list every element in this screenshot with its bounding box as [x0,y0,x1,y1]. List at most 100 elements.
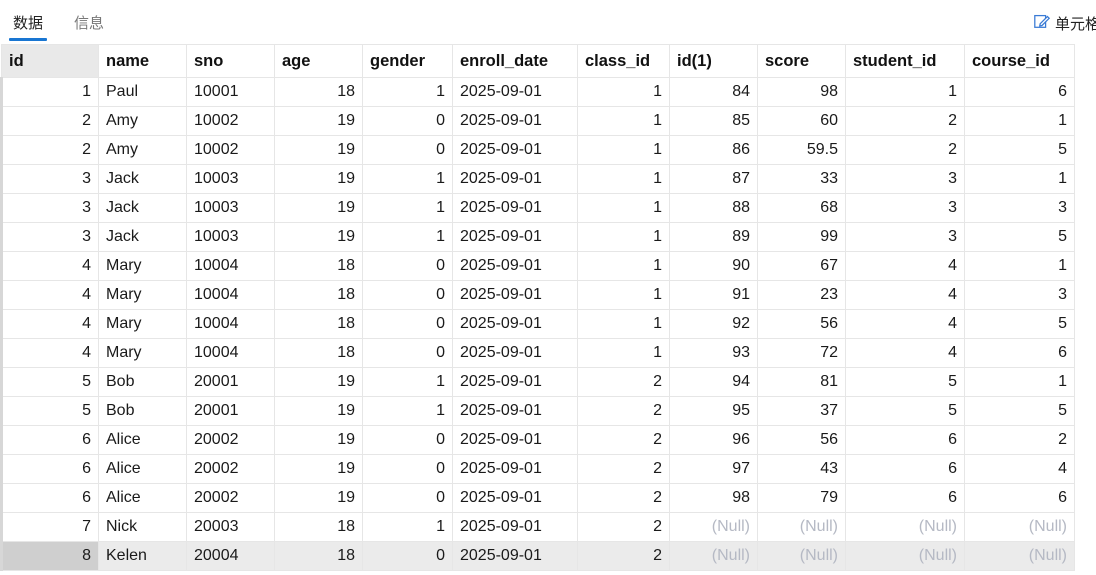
table-cell-enroll-date[interactable]: 2025-09-01 [452,280,578,310]
table-cell-course-id[interactable]: 4 [964,454,1075,484]
table-cell-gender[interactable]: 0 [362,135,453,165]
table-cell-class-id[interactable]: 1 [577,280,670,310]
table-row[interactable]: 6 Alice 20002 19 0 2025-09-01 2 96 56 6 2 [0,425,1075,455]
table-cell-id[interactable]: 2 [0,106,99,136]
table-cell-student-id[interactable]: 6 [845,483,965,513]
table-row[interactable]: 1 Paul 10001 18 1 2025-09-01 1 84 98 1 6 [0,77,1075,107]
table-cell-age[interactable]: 18 [274,338,363,368]
table-cell-score[interactable]: 43 [757,454,846,484]
table-cell-id[interactable]: 8 [0,541,99,571]
table-cell-name[interactable]: Bob [98,367,187,397]
table-cell-gender[interactable]: 0 [362,309,453,339]
table-cell-class-id[interactable]: 2 [577,541,670,571]
table-cell-sno[interactable]: 10004 [186,251,275,281]
table-cell-gender[interactable]: 0 [362,454,453,484]
table-cell-class-id[interactable]: 2 [577,454,670,484]
table-cell-class-id[interactable]: 1 [577,222,670,252]
table-cell-age[interactable]: 19 [274,396,363,426]
table-cell-class-id[interactable]: 2 [577,367,670,397]
table-cell-id-1[interactable]: 90 [669,251,758,281]
table-cell-enroll-date[interactable]: 2025-09-01 [452,193,578,223]
table-cell-class-id[interactable]: 1 [577,193,670,223]
table-cell-gender[interactable]: 0 [362,541,453,571]
table-row[interactable]: 8 Kelen 20004 18 0 2025-09-01 2 (Null) (Null) (Nu… [0,541,1075,571]
table-cell-course-id[interactable]: 1 [964,164,1075,194]
table-cell-age[interactable]: 19 [274,164,363,194]
table-cell-gender[interactable]: 1 [362,77,453,107]
table-cell-age[interactable]: 19 [274,193,363,223]
table-row[interactable]: 4 Mary 10004 18 0 2025-09-01 1 91 23 4 3 [0,280,1075,310]
table-cell-enroll-date[interactable]: 2025-09-01 [452,164,578,194]
table-cell-enroll-date[interactable]: 2025-09-01 [452,541,578,571]
table-cell-name[interactable]: Paul [98,77,187,107]
table-cell-name[interactable]: Nick [98,512,187,542]
table-cell-age[interactable]: 18 [274,541,363,571]
table-cell-enroll-date[interactable]: 2025-09-01 [452,454,578,484]
table-cell-name[interactable]: Alice [98,454,187,484]
table-cell-student-id[interactable]: 4 [845,338,965,368]
null-cell[interactable]: (Null) [757,512,846,542]
table-cell-enroll-date[interactable]: 2025-09-01 [452,135,578,165]
table-row[interactable]: 2 Amy 10002 19 0 2025-09-01 1 85 60 2 1 [0,106,1075,136]
table-cell-id-1[interactable]: 86 [669,135,758,165]
tab-data[interactable]: 数据 [8,12,48,41]
null-cell[interactable]: (Null) [964,541,1075,571]
column-header-age[interactable]: age [274,44,363,78]
null-cell[interactable]: (Null) [964,512,1075,542]
table-cell-id[interactable]: 4 [0,309,99,339]
column-header-class-id[interactable]: class_id [577,44,670,78]
table-cell-id[interactable]: 3 [0,222,99,252]
table-cell-student-id[interactable]: 4 [845,251,965,281]
table-cell-age[interactable]: 19 [274,135,363,165]
table-cell-course-id[interactable]: 1 [964,251,1075,281]
table-cell-class-id[interactable]: 2 [577,512,670,542]
table-cell-sno[interactable]: 10004 [186,280,275,310]
table-cell-student-id[interactable]: 4 [845,280,965,310]
table-cell-name[interactable]: Alice [98,425,187,455]
table-cell-gender[interactable]: 1 [362,222,453,252]
column-header-id-1[interactable]: id(1) [669,44,758,78]
table-cell-course-id[interactable]: 6 [964,77,1075,107]
tab-info[interactable]: 信息 [74,12,104,33]
table-cell-sno[interactable]: 10003 [186,164,275,194]
table-cell-student-id[interactable]: 6 [845,454,965,484]
column-header-course-id[interactable]: course_id [964,44,1075,78]
table-cell-age[interactable]: 18 [274,309,363,339]
table-cell-enroll-date[interactable]: 2025-09-01 [452,367,578,397]
table-cell-student-id[interactable]: 3 [845,164,965,194]
table-cell-sno[interactable]: 20001 [186,367,275,397]
table-cell-course-id[interactable]: 1 [964,367,1075,397]
table-row[interactable]: 4 Mary 10004 18 0 2025-09-01 1 93 72 4 6 [0,338,1075,368]
table-cell-student-id[interactable]: 6 [845,425,965,455]
table-cell-name[interactable]: Amy [98,106,187,136]
table-cell-name[interactable]: Jack [98,222,187,252]
table-cell-sno[interactable]: 20002 [186,425,275,455]
table-cell-age[interactable]: 19 [274,454,363,484]
null-cell[interactable]: (Null) [845,541,965,571]
table-cell-gender[interactable]: 0 [362,251,453,281]
table-cell-class-id[interactable]: 1 [577,77,670,107]
table-cell-class-id[interactable]: 1 [577,251,670,281]
column-header-id[interactable]: id [1,44,99,78]
table-cell-gender[interactable]: 1 [362,367,453,397]
table-row[interactable]: 7 Nick 20003 18 1 2025-09-01 2 (Null) (Null) (Nul… [0,512,1075,542]
table-cell-id-1[interactable]: 97 [669,454,758,484]
table-cell-student-id[interactable]: 2 [845,135,965,165]
table-cell-id[interactable]: 3 [0,193,99,223]
table-cell-name[interactable]: Bob [98,396,187,426]
table-cell-enroll-date[interactable]: 2025-09-01 [452,425,578,455]
table-cell-id[interactable]: 6 [0,454,99,484]
table-cell-course-id[interactable]: 5 [964,309,1075,339]
table-cell-name[interactable]: Amy [98,135,187,165]
table-cell-enroll-date[interactable]: 2025-09-01 [452,512,578,542]
table-cell-class-id[interactable]: 1 [577,309,670,339]
table-cell-gender[interactable]: 1 [362,164,453,194]
table-cell-enroll-date[interactable]: 2025-09-01 [452,222,578,252]
table-cell-name[interactable]: Mary [98,280,187,310]
table-cell-course-id[interactable]: 1 [964,106,1075,136]
table-row[interactable]: 6 Alice 20002 19 0 2025-09-01 2 97 43 6 4 [0,454,1075,484]
table-cell-score[interactable]: 99 [757,222,846,252]
table-cell-score[interactable]: 98 [757,77,846,107]
table-cell-score[interactable]: 67 [757,251,846,281]
table-cell-course-id[interactable]: 2 [964,425,1075,455]
